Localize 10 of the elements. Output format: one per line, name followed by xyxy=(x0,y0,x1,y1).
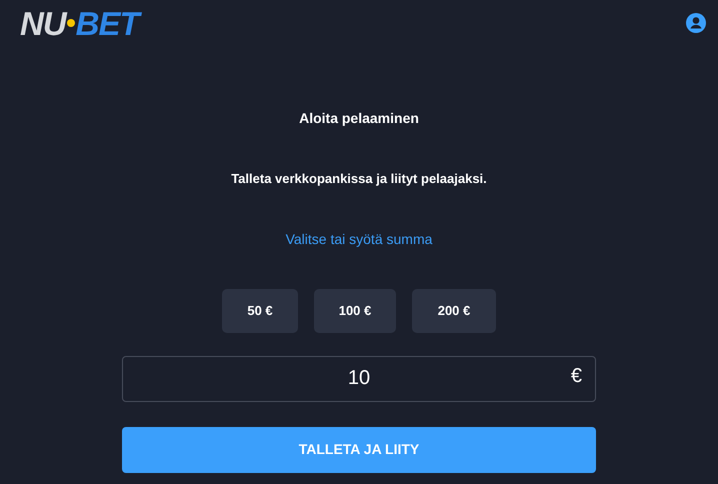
currency-symbol: € xyxy=(570,366,582,386)
amount-link[interactable]: Valitse tai syötä summa xyxy=(286,228,432,250)
user-icon[interactable] xyxy=(686,13,706,33)
dot-icon xyxy=(66,19,75,27)
heading: Aloita pelaaminen xyxy=(299,109,419,128)
subtitle: Talleta verkkopankissa ja liityt pelaajaksi. xyxy=(231,170,487,188)
amount-option[interactable]: 50 € xyxy=(222,288,298,332)
amount-option[interactable]: 200 € xyxy=(412,288,496,332)
logo-text: NU xyxy=(20,6,66,40)
amount-option[interactable]: 100 € xyxy=(314,288,396,332)
